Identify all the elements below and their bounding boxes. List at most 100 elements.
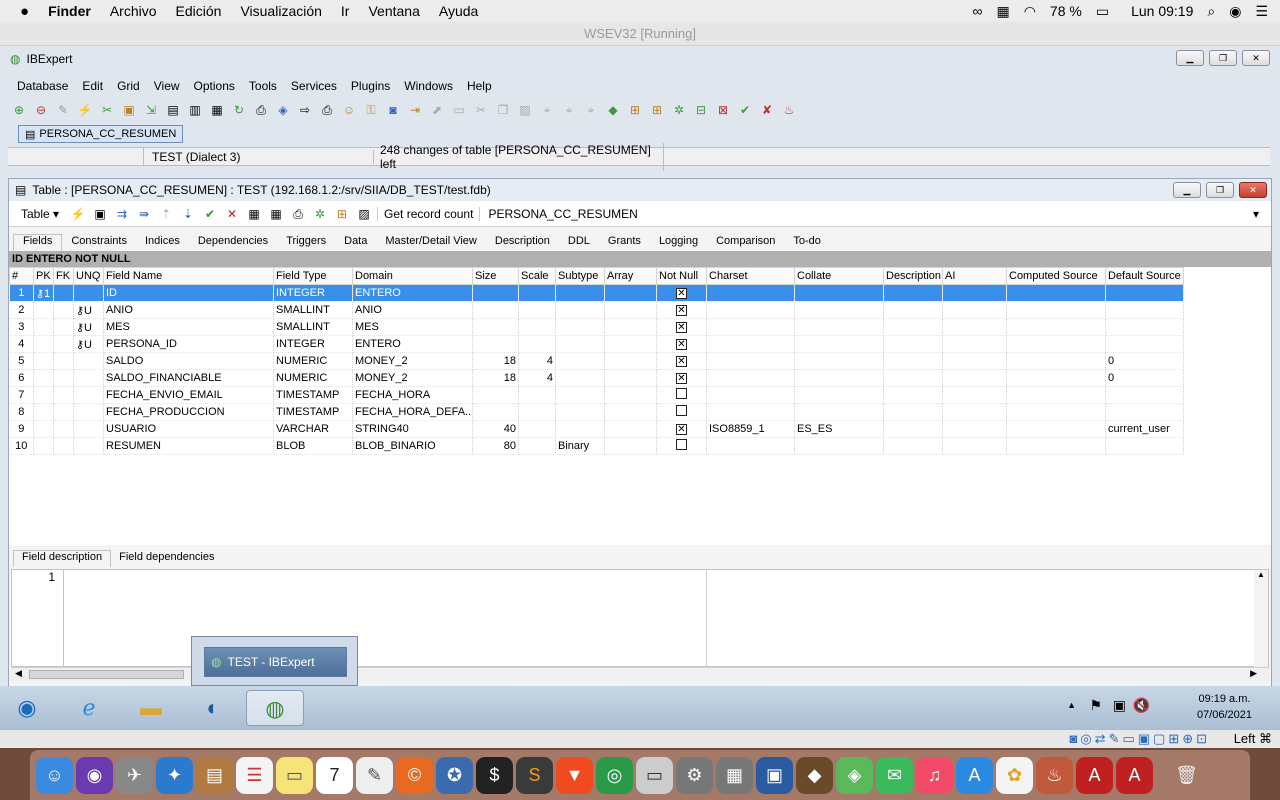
tab-data[interactable]: Data xyxy=(335,235,376,251)
field-computed-source[interactable] xyxy=(1006,301,1106,319)
menu-grid[interactable]: Grid xyxy=(110,79,147,93)
pk-key-icon[interactable] xyxy=(33,386,54,404)
row-number[interactable]: 7 xyxy=(9,386,34,404)
field-size[interactable]: 40 xyxy=(472,420,519,438)
field-ai[interactable] xyxy=(942,403,1007,421)
field-ai[interactable] xyxy=(942,420,1007,438)
not-null-checkbox[interactable]: ✕ xyxy=(656,369,707,387)
field-array[interactable] xyxy=(604,386,657,404)
field-subtype[interactable] xyxy=(555,420,605,438)
fk-cell[interactable] xyxy=(53,369,74,387)
table-row[interactable]: 3 ⚷U MES SMALLINT MES ✕ xyxy=(9,318,1184,336)
field-domain[interactable]: FECHA_HORA xyxy=(352,386,473,404)
field-type[interactable]: INTEGER xyxy=(273,284,353,302)
autocad-icon[interactable]: A xyxy=(1076,756,1113,794)
menu-help[interactable]: Help xyxy=(460,79,499,93)
column-header[interactable]: # xyxy=(9,267,34,285)
db-object-icon-2[interactable]: ⊞ xyxy=(626,101,644,119)
tray-flag-icon[interactable]: ⚑ xyxy=(1089,697,1102,714)
not-null-checkbox[interactable] xyxy=(656,403,707,421)
autocad-2-icon[interactable]: A xyxy=(1116,756,1153,794)
field-default-source[interactable]: 0 xyxy=(1105,352,1184,370)
menu-edit[interactable]: Edit xyxy=(75,79,110,93)
field-ai[interactable] xyxy=(942,386,1007,404)
new-object-icon[interactable]: ▣ xyxy=(120,101,138,119)
app-c-icon[interactable]: © xyxy=(396,756,433,794)
field-computed-source[interactable] xyxy=(1006,420,1106,438)
contacts-icon[interactable]: ▤ xyxy=(196,756,233,794)
not-null-checkbox[interactable]: ✕ xyxy=(656,335,707,353)
field-charset[interactable] xyxy=(706,369,795,387)
field-domain[interactable]: BLOB_BINARIO xyxy=(352,437,473,455)
field-name[interactable]: RESUMEN xyxy=(103,437,274,455)
table-name-dropdown-icon[interactable]: ▾ xyxy=(1253,207,1271,221)
register-db-icon[interactable]: ⊕ xyxy=(10,101,28,119)
battery-percent[interactable]: 78 % xyxy=(1050,3,1082,19)
field-subtype[interactable] xyxy=(555,301,605,319)
file-explorer-icon[interactable]: ▬ xyxy=(130,690,172,726)
field-description[interactable] xyxy=(883,318,943,336)
field-collate[interactable] xyxy=(794,284,884,302)
checkbox[interactable]: ✕ xyxy=(676,288,687,299)
grid-icon[interactable]: ▦ xyxy=(245,205,263,223)
virtualbox-icon[interactable]: ▣ xyxy=(756,756,793,794)
field-scale[interactable]: 4 xyxy=(518,352,556,370)
checkbox[interactable]: ✕ xyxy=(676,339,687,350)
tab-master-detail[interactable]: Master/Detail View xyxy=(376,235,486,251)
menu-services[interactable]: Services xyxy=(284,79,344,93)
field-computed-source[interactable] xyxy=(1006,403,1106,421)
copy-icon[interactable]: ❐ xyxy=(494,101,512,119)
row-number[interactable]: 9 xyxy=(9,420,34,438)
unq-key-icon[interactable] xyxy=(73,369,104,387)
table-row[interactable]: 8 FECHA_PRODUCCION TIMESTAMP FECHA_HORA_DEF… xyxy=(9,403,1184,421)
field-computed-source[interactable] xyxy=(1006,284,1106,302)
user-manager-icon[interactable]: ☺ xyxy=(340,101,358,119)
field-ai[interactable] xyxy=(942,335,1007,353)
table-name-field[interactable]: PERSONA_CC_RESUMEN xyxy=(484,207,1249,221)
not-null-checkbox[interactable]: ✕ xyxy=(656,420,707,438)
field-name[interactable]: ANIO xyxy=(103,301,274,319)
tab-ddl[interactable]: DDL xyxy=(559,235,599,251)
field-computed-source[interactable] xyxy=(1006,386,1106,404)
tools-2-icon[interactable]: ⊞ xyxy=(333,205,351,223)
field-subtype[interactable] xyxy=(555,369,605,387)
field-size[interactable] xyxy=(472,301,519,319)
pk-key-icon[interactable] xyxy=(33,369,54,387)
scroll-right-arrow[interactable]: ▶ xyxy=(1250,668,1257,679)
field-collate[interactable] xyxy=(794,386,884,404)
commit-icon[interactable]: ✔ xyxy=(201,205,219,223)
replace-icon[interactable]: ⌖ xyxy=(582,101,600,119)
unq-key-icon[interactable]: ⚷U xyxy=(73,318,104,336)
field-default-source[interactable] xyxy=(1105,386,1184,404)
tab-grants[interactable]: Grants xyxy=(599,235,650,251)
field-charset[interactable] xyxy=(706,403,795,421)
field-scale[interactable]: 4 xyxy=(518,369,556,387)
print-preview-icon[interactable]: ⎙ xyxy=(252,101,270,119)
unq-key-icon[interactable] xyxy=(73,420,104,438)
pk-key-icon[interactable] xyxy=(33,420,54,438)
chart-icon[interactable]: ▨ xyxy=(355,205,373,223)
refresh-icon[interactable]: ↻ xyxy=(230,101,248,119)
insert-field-icon[interactable]: ⇉ xyxy=(113,205,131,223)
field-type[interactable]: NUMERIC xyxy=(273,352,353,370)
field-computed-source[interactable] xyxy=(1006,437,1106,455)
find-icon[interactable]: ⌖ xyxy=(538,101,556,119)
field-array[interactable] xyxy=(604,403,657,421)
field-name[interactable]: MES xyxy=(103,318,274,336)
get-record-count-button[interactable]: Get record count xyxy=(377,206,481,221)
column-header[interactable]: Description xyxy=(883,267,943,285)
db-object-icon-4[interactable]: ✲ xyxy=(670,101,688,119)
field-size[interactable]: 18 xyxy=(472,369,519,387)
row-number[interactable]: 6 xyxy=(9,369,34,387)
tab-comparison[interactable]: Comparison xyxy=(707,235,784,251)
field-type[interactable]: SMALLINT xyxy=(273,301,353,319)
field-name[interactable]: FECHA_PRODUCCION xyxy=(103,403,274,421)
column-header[interactable]: Field Type xyxy=(273,267,353,285)
reminders-icon[interactable]: ☰ xyxy=(236,756,273,794)
field-ai[interactable] xyxy=(942,352,1007,370)
wifi-icon[interactable]: ◠ xyxy=(1024,3,1036,20)
fk-cell[interactable] xyxy=(53,386,74,404)
field-domain[interactable]: ENTERO xyxy=(352,284,473,302)
siri-icon[interactable]: ◉ xyxy=(1229,3,1241,20)
close-button[interactable]: ✕ xyxy=(1242,50,1270,66)
